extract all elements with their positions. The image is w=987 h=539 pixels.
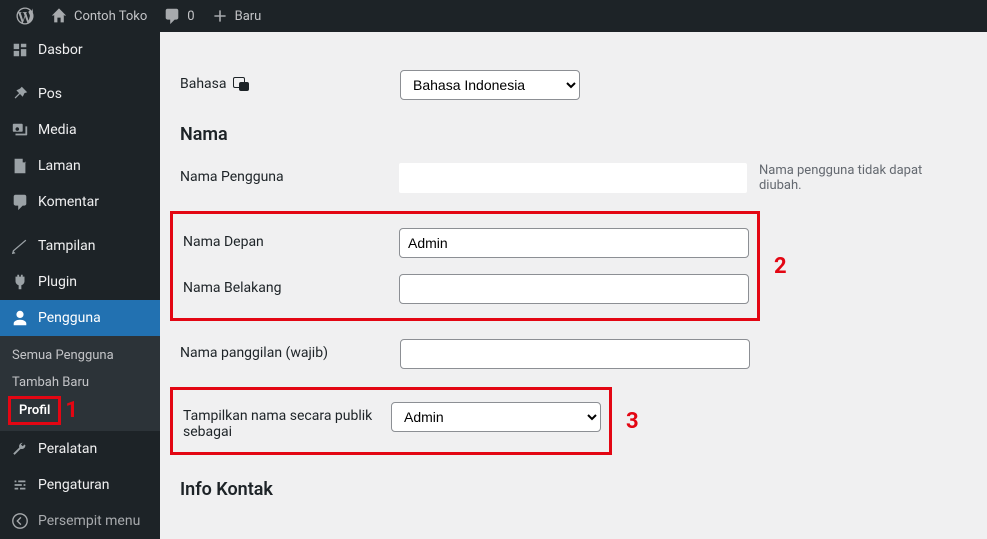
annotation-box-3: Tampilkan nama secara publik sebagai Adm… bbox=[170, 387, 612, 455]
sidebar-item-collapse[interactable]: Persempit menu bbox=[0, 503, 160, 539]
main-content: Bahasa Bahasa Indonesia Nama Nama Penggu… bbox=[160, 32, 987, 539]
username-note: Nama pengguna tidak dapat diubah. bbox=[759, 163, 967, 193]
lastname-input[interactable] bbox=[399, 274, 749, 304]
sidebar-item-laman[interactable]: Laman bbox=[0, 148, 160, 184]
username-label: Nama Pengguna bbox=[180, 169, 284, 185]
language-select[interactable]: Bahasa Indonesia bbox=[400, 70, 580, 100]
annotation-number-3: 3 bbox=[626, 409, 639, 434]
sidebar-item-tampilan[interactable]: Tampilan bbox=[0, 228, 160, 264]
plus-icon bbox=[211, 7, 229, 25]
sidebar-item-plugin[interactable]: Plugin bbox=[0, 264, 160, 300]
sidebar-item-label: Persempit menu bbox=[38, 513, 140, 529]
sidebar-item-label: Media bbox=[38, 122, 77, 138]
wordpress-icon bbox=[16, 7, 34, 25]
sidebar-item-label: Pos bbox=[38, 86, 62, 102]
dashboard-icon bbox=[10, 40, 30, 60]
site-name-label: Contoh Toko bbox=[74, 9, 147, 24]
section-heading-kontak: Info Kontak bbox=[180, 479, 967, 500]
section-heading-nama: Nama bbox=[180, 124, 967, 145]
display-name-select[interactable]: Admin bbox=[391, 402, 601, 432]
sidebar-item-pengguna[interactable]: Pengguna bbox=[0, 300, 160, 336]
display-name-label: Tampilkan nama secara publik sebagai bbox=[183, 408, 391, 440]
firstname-input[interactable] bbox=[399, 228, 749, 258]
tools-icon bbox=[10, 439, 30, 459]
sidebar-item-peralatan[interactable]: Peralatan bbox=[0, 431, 160, 467]
sidebar-item-label: Tampilan bbox=[38, 238, 96, 254]
sidebar-sub-profil[interactable]: Profil bbox=[13, 399, 56, 422]
sidebar-item-label: Plugin bbox=[38, 274, 77, 290]
new-link[interactable]: Baru bbox=[203, 0, 270, 32]
annotation-number-2: 2 bbox=[774, 254, 787, 279]
new-label: Baru bbox=[235, 9, 262, 24]
sidebar-item-media[interactable]: Media bbox=[0, 112, 160, 148]
translate-icon bbox=[233, 77, 249, 91]
annotation-box-2: Nama Depan Nama Belakang bbox=[170, 211, 760, 321]
media-icon bbox=[10, 120, 30, 140]
user-icon bbox=[10, 308, 30, 328]
sidebar-item-dasbor[interactable]: Dasbor bbox=[0, 32, 160, 68]
nickname-input[interactable] bbox=[400, 339, 750, 369]
sidebar-item-pengaturan[interactable]: Pengaturan bbox=[0, 467, 160, 503]
sidebar-item-komentar[interactable]: Komentar bbox=[0, 184, 160, 220]
nickname-label: Nama panggilan (wajib) bbox=[180, 345, 328, 361]
admin-sidebar: Dasbor Pos Media Laman Komentar Tampilan… bbox=[0, 32, 160, 539]
firstname-label: Nama Depan bbox=[183, 234, 264, 250]
settings-icon bbox=[10, 475, 30, 495]
sidebar-item-label: Peralatan bbox=[38, 441, 97, 457]
username-field-disabled bbox=[399, 163, 747, 193]
annotation-box-1: Profil bbox=[8, 396, 61, 425]
plugin-icon bbox=[10, 272, 30, 292]
sidebar-sub-tambah-baru[interactable]: Tambah Baru bbox=[0, 369, 160, 396]
wp-logo[interactable] bbox=[8, 0, 42, 32]
pin-icon bbox=[10, 84, 30, 104]
language-label: Bahasa bbox=[180, 76, 227, 92]
sidebar-item-label: Laman bbox=[38, 158, 81, 174]
lastname-label: Nama Belakang bbox=[183, 280, 281, 296]
home-icon bbox=[50, 7, 68, 25]
comment-icon bbox=[163, 7, 181, 25]
sidebar-item-pos[interactable]: Pos bbox=[0, 76, 160, 112]
sidebar-item-label: Dasbor bbox=[38, 42, 83, 58]
sidebar-item-label: Komentar bbox=[38, 194, 99, 210]
sidebar-submenu-pengguna: Semua Pengguna Tambah Baru Profil 1 bbox=[0, 336, 160, 431]
comments-count: 0 bbox=[187, 9, 194, 24]
sidebar-item-label: Pengaturan bbox=[38, 477, 110, 493]
comments-link[interactable]: 0 bbox=[155, 0, 202, 32]
annotation-number-1: 1 bbox=[65, 398, 78, 423]
sidebar-item-label: Pengguna bbox=[38, 310, 101, 326]
comment-icon bbox=[10, 192, 30, 212]
page-icon bbox=[10, 156, 30, 176]
sidebar-sub-semua-pengguna[interactable]: Semua Pengguna bbox=[0, 342, 160, 369]
appearance-icon bbox=[10, 236, 30, 256]
collapse-icon bbox=[10, 511, 30, 531]
site-name-link[interactable]: Contoh Toko bbox=[42, 0, 155, 32]
